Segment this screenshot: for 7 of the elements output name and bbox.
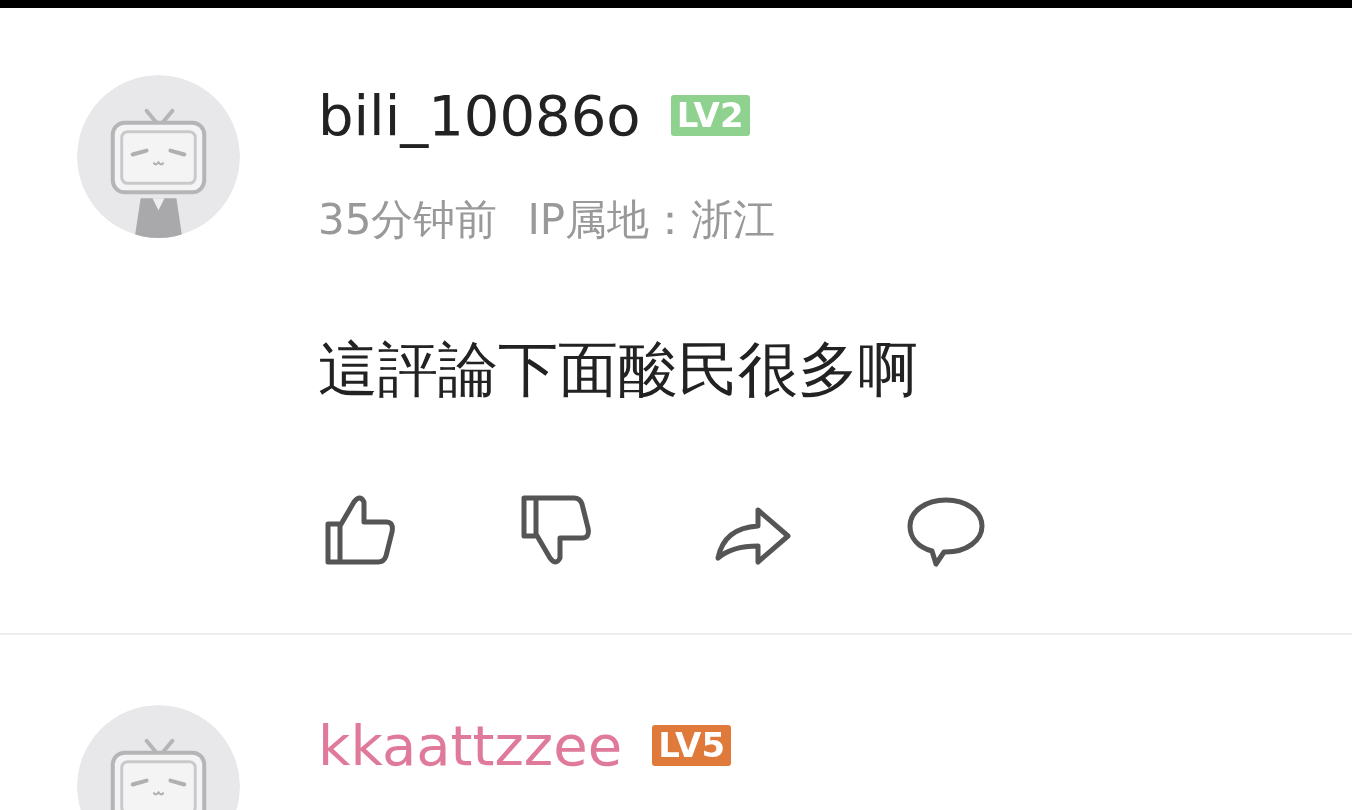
post-time: 35分钟前 xyxy=(318,193,498,246)
username[interactable]: bili_10086o xyxy=(318,85,641,147)
comment-text: 這評論下面酸民很多啊 xyxy=(318,332,919,406)
ip-location: IP属地：浙江 xyxy=(527,193,776,246)
level-badge: LV2 xyxy=(670,95,750,137)
avatar-icon xyxy=(77,75,240,238)
level-badge: LV5 xyxy=(652,725,732,766)
